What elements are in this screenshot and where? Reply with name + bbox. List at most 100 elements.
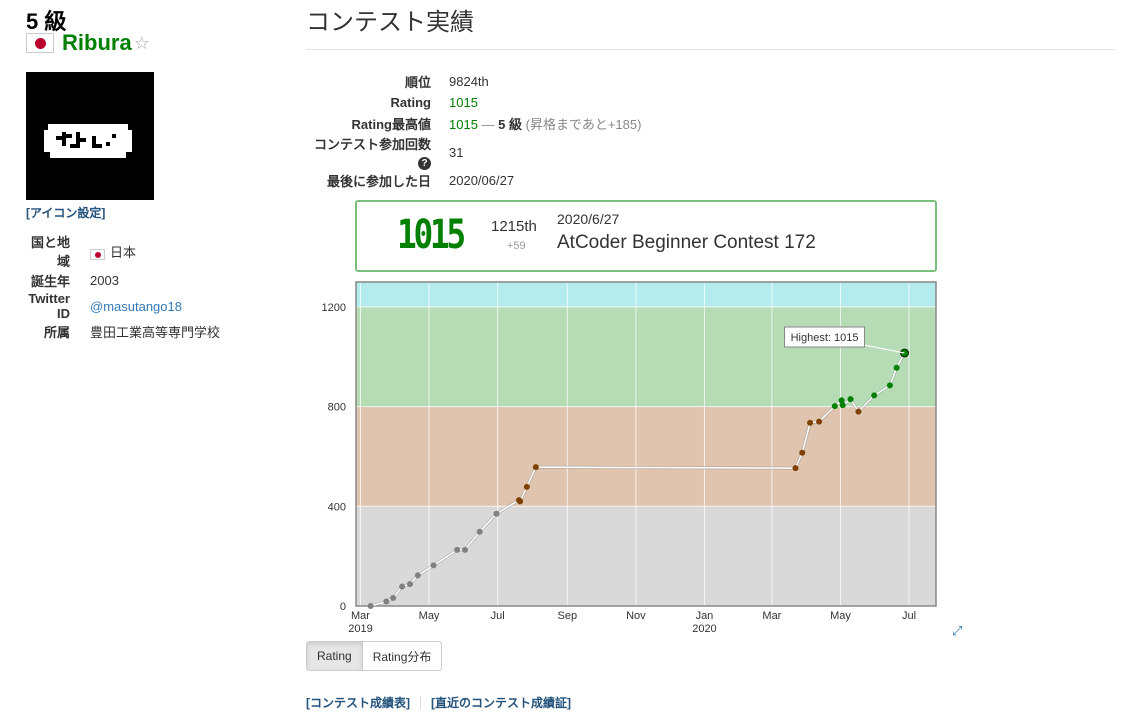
status-contest[interactable]: AtCoder Beginner Contest 172 bbox=[557, 232, 816, 254]
stat-value: 1015 bbox=[449, 95, 478, 110]
data-point bbox=[462, 546, 469, 553]
username-link[interactable]: Ribura bbox=[62, 30, 132, 56]
data-point bbox=[847, 396, 854, 403]
x-tick-year-label: 2019 bbox=[348, 623, 372, 635]
data-point bbox=[807, 419, 814, 426]
data-point bbox=[383, 598, 390, 605]
stats-row-rating: Rating 1015 bbox=[306, 92, 641, 113]
stat-value: 2020/06/27 bbox=[449, 173, 515, 188]
stat-label: Rating bbox=[390, 95, 431, 110]
data-point bbox=[367, 603, 374, 609]
stat-label: 最後に参加した日 bbox=[326, 174, 431, 189]
stats-row-count: コンテスト参加回数? 31 bbox=[306, 134, 641, 170]
profile-label: 誕生年 bbox=[30, 274, 70, 289]
avatar bbox=[26, 72, 154, 200]
data-point bbox=[390, 595, 397, 602]
data-point bbox=[831, 403, 838, 410]
data-point bbox=[855, 408, 862, 415]
data-point bbox=[430, 562, 437, 569]
data-point bbox=[839, 402, 846, 409]
profile-row-affiliation: 所属 豊田工業高等専門学校 bbox=[26, 321, 220, 342]
profile-label: 国と地域 bbox=[30, 235, 70, 269]
icon-setting-link[interactable]: [アイコン設定] bbox=[26, 204, 105, 221]
tab-rating[interactable]: Rating bbox=[306, 641, 363, 671]
max-rating-grade: 5 級 bbox=[498, 117, 522, 132]
rating-band bbox=[356, 306, 936, 407]
contest-history-link[interactable]: [コンテスト成績表] bbox=[306, 694, 410, 711]
x-tick-label: May bbox=[419, 610, 440, 622]
x-tick-label: Jul bbox=[902, 610, 916, 622]
rating-chart[interactable]: Mar2019May Jul Sep Nov Jan2020Mar May Jul04008… bbox=[300, 278, 950, 638]
status-diff: +59 bbox=[507, 240, 526, 252]
data-point bbox=[816, 418, 823, 425]
data-point bbox=[871, 392, 878, 399]
tab-rating-distribution[interactable]: Rating分布 bbox=[362, 641, 443, 671]
japan-flag-icon bbox=[90, 249, 105, 260]
max-rating-sep: — bbox=[477, 117, 499, 132]
data-point bbox=[476, 528, 483, 535]
x-tick-label: Mar bbox=[351, 610, 370, 622]
profile-row-twitter: Twitter ID @masutango18 bbox=[26, 291, 220, 321]
profile-value: 日本 bbox=[110, 244, 137, 260]
data-point bbox=[886, 382, 893, 389]
expand-icon[interactable]: ⤢ bbox=[952, 623, 962, 639]
stat-label: コンテスト参加回数 bbox=[313, 137, 431, 152]
contest-certificate-link[interactable]: [直近のコンテスト成績証] bbox=[431, 694, 571, 711]
data-point bbox=[523, 483, 530, 490]
avatar-image bbox=[26, 72, 154, 200]
chart-tabs: Rating Rating分布 bbox=[306, 641, 443, 671]
data-point bbox=[454, 546, 461, 553]
profile-row-birth-year: 誕生年 2003 bbox=[26, 270, 220, 291]
stat-label: Rating最高値 bbox=[351, 117, 431, 132]
data-point bbox=[792, 465, 799, 472]
divider bbox=[306, 49, 1116, 50]
data-point bbox=[517, 498, 524, 505]
star-icon[interactable]: ☆ bbox=[134, 33, 150, 54]
max-rating-note: (昇格まであと+185) bbox=[525, 117, 642, 132]
data-point bbox=[493, 510, 500, 517]
profile-label: Twitter ID bbox=[28, 291, 70, 321]
x-tick-year-label: 2020 bbox=[692, 623, 716, 635]
data-point bbox=[893, 364, 900, 371]
x-tick-label: Sep bbox=[558, 610, 578, 622]
stats-row-rank: 順位 9824th bbox=[306, 71, 641, 92]
data-point bbox=[799, 449, 806, 456]
data-point bbox=[406, 581, 413, 588]
twitter-link[interactable]: @masutango18 bbox=[90, 299, 182, 314]
stat-label: 順位 bbox=[404, 75, 431, 90]
data-point bbox=[414, 572, 421, 579]
question-icon[interactable]: ? bbox=[418, 157, 431, 170]
japan-flag-icon bbox=[26, 33, 54, 53]
rating-band bbox=[356, 506, 936, 606]
y-tick-label: 0 bbox=[340, 601, 346, 613]
x-tick-label: May bbox=[830, 610, 851, 622]
divider bbox=[420, 696, 421, 709]
y-tick-label: 800 bbox=[328, 402, 346, 414]
stats-row-last: 最後に参加した日 2020/06/27 bbox=[306, 170, 641, 191]
y-tick-label: 1200 bbox=[322, 302, 346, 314]
stats-row-max-rating: Rating最高値 1015 — 5 級 (昇格まであと+185) bbox=[306, 113, 642, 134]
status-date: 2020/6/27 bbox=[557, 211, 620, 227]
x-tick-label: Mar bbox=[762, 610, 781, 622]
max-rating-value: 1015 bbox=[449, 117, 478, 132]
rating-band bbox=[356, 282, 936, 307]
data-point bbox=[532, 464, 539, 471]
x-tick-label: Nov bbox=[626, 610, 646, 622]
highest-label: Highest: 1015 bbox=[791, 332, 859, 344]
profile-value: 2003 bbox=[90, 273, 119, 288]
x-tick-label: Jan bbox=[696, 610, 714, 622]
data-point bbox=[399, 583, 406, 590]
stat-value: 31 bbox=[449, 144, 464, 160]
profile-value: 豊田工業高等専門学校 bbox=[90, 325, 221, 340]
y-tick-label: 400 bbox=[328, 501, 346, 513]
user-row: Ribura ☆ bbox=[26, 30, 150, 56]
stat-value: 9824th bbox=[449, 74, 489, 89]
x-tick-label: Jul bbox=[491, 610, 505, 622]
status-rating: 1015 bbox=[397, 212, 466, 258]
footer-links: [コンテスト成績表] [直近のコンテスト成績証] bbox=[306, 694, 571, 711]
rating-band bbox=[356, 406, 936, 507]
rating-status-box: 1015 1215th +59 2020/6/27 AtCoder Beginn… bbox=[355, 200, 937, 272]
page-title: コンテスト実績 bbox=[306, 9, 474, 36]
profile-table: 国と地域 日本 誕生年 2003 Twitter ID @masutango18… bbox=[26, 232, 220, 342]
stats-table: 順位 9824th Rating 1015 Rating最高値 1015 — 5… bbox=[306, 71, 641, 191]
